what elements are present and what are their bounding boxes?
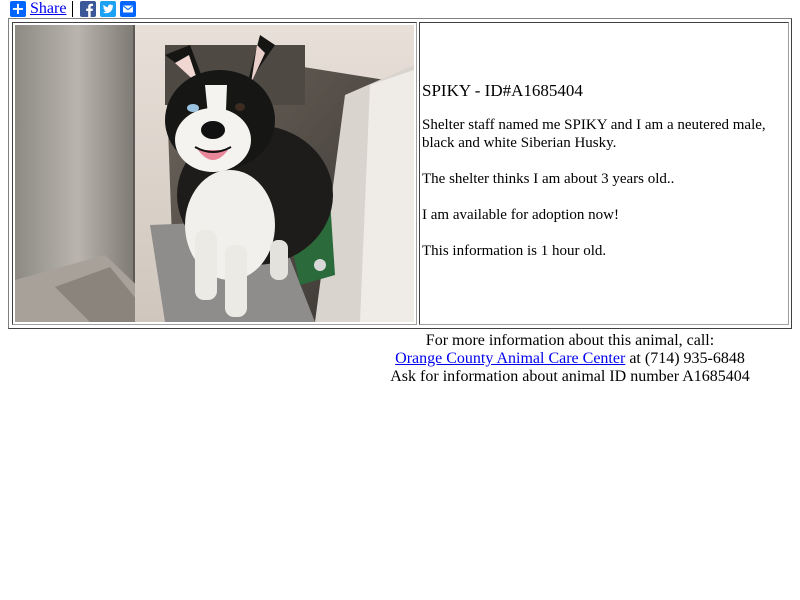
animal-description: Shelter staff named me SPIKY and I am a … [422,117,766,151]
shelter-phone: at (714) 935-6848 [625,350,745,367]
facebook-icon[interactable] [80,1,97,17]
info-age: This information is 1 hour old. [422,243,607,259]
animal-availability: I am available for adoption now! [422,207,620,223]
animal-age: The shelter thinks I am about 3 years ol… [422,171,675,187]
email-icon[interactable] [120,1,137,17]
info-cell: SPIKY - ID#A1685404 Shelter staff named … [419,22,789,325]
contact-line: Orange County Animal Care Center at (714… [340,350,800,368]
photo-cell [12,22,417,325]
animal-table: SPIKY - ID#A1685404 Shelter staff named … [8,18,792,329]
shelter-link[interactable]: Orange County Animal Care Center [395,350,625,367]
animal-title: SPIKY - ID#A1685404 [422,81,583,100]
contact-info: For more information about this animal, … [340,332,800,386]
animal-photo[interactable] [15,25,414,322]
share-divider [72,1,74,17]
contact-intro: For more information about this animal, … [425,332,715,349]
share-bar: + Share [10,1,140,17]
animal-info: SPIKY - ID#A1685404 Shelter staff named … [422,81,772,278]
twitter-icon[interactable] [100,1,117,17]
contact-ask-line: Ask for information about animal ID numb… [390,368,750,385]
plus-icon[interactable]: + [10,1,26,17]
share-link[interactable]: Share [30,1,66,17]
